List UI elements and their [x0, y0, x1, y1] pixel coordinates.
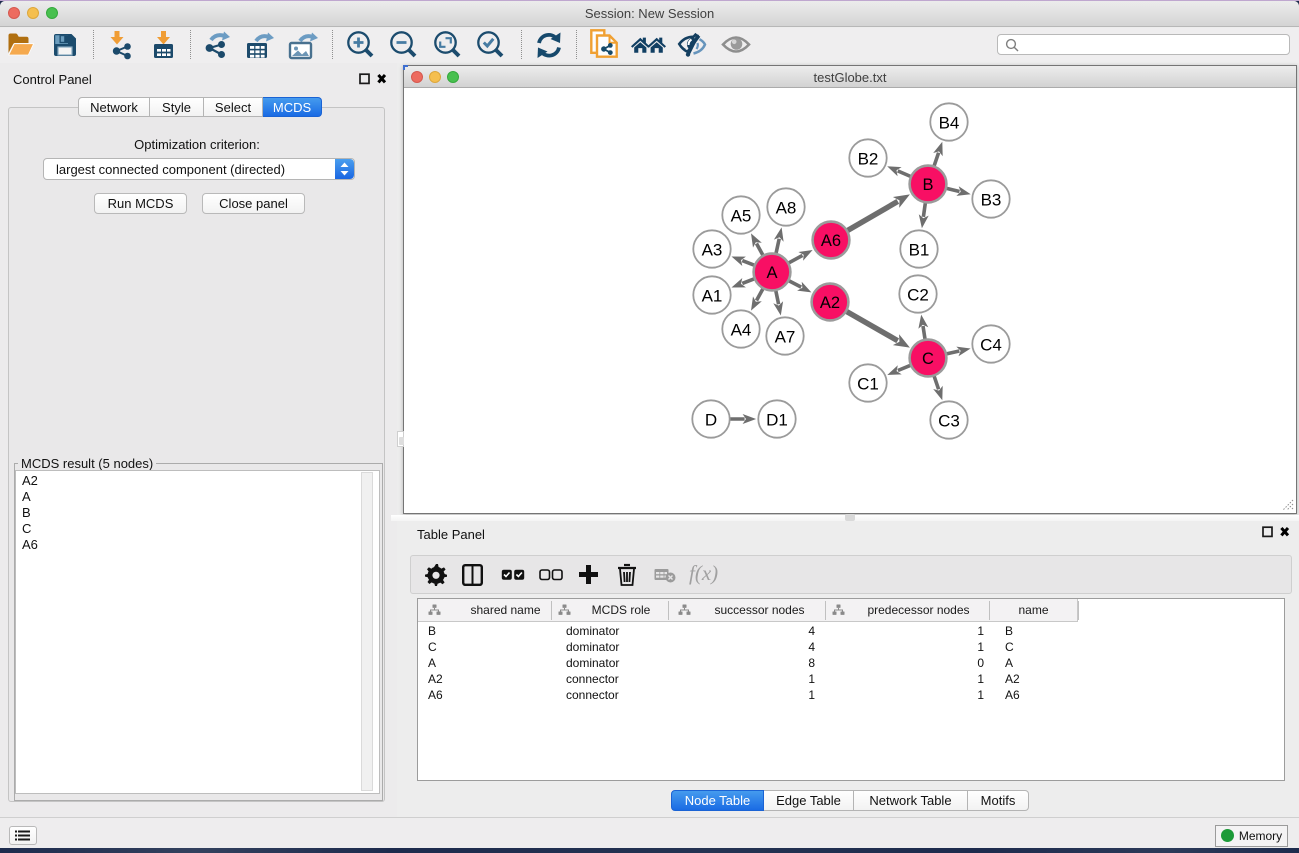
svg-text:B2: B2 [858, 150, 879, 169]
svg-text:A4: A4 [731, 321, 752, 340]
svg-text:B3: B3 [981, 191, 1002, 210]
svg-text:C3: C3 [938, 412, 960, 431]
svg-text:A7: A7 [775, 328, 796, 347]
svg-text:A2: A2 [820, 294, 840, 312]
svg-text:D1: D1 [766, 411, 788, 430]
svg-text:B1: B1 [909, 241, 930, 260]
svg-text:C: C [922, 350, 934, 368]
svg-text:C2: C2 [907, 286, 929, 305]
svg-text:A8: A8 [776, 199, 797, 218]
svg-text:A: A [766, 264, 777, 282]
svg-text:A6: A6 [821, 232, 841, 250]
svg-text:D: D [705, 411, 717, 430]
svg-text:C4: C4 [980, 336, 1002, 355]
svg-text:A1: A1 [702, 287, 723, 306]
svg-text:B4: B4 [939, 114, 960, 133]
svg-text:A3: A3 [702, 241, 723, 260]
svg-text:A5: A5 [731, 207, 752, 226]
svg-text:C1: C1 [857, 375, 879, 394]
svg-text:B: B [922, 176, 933, 194]
